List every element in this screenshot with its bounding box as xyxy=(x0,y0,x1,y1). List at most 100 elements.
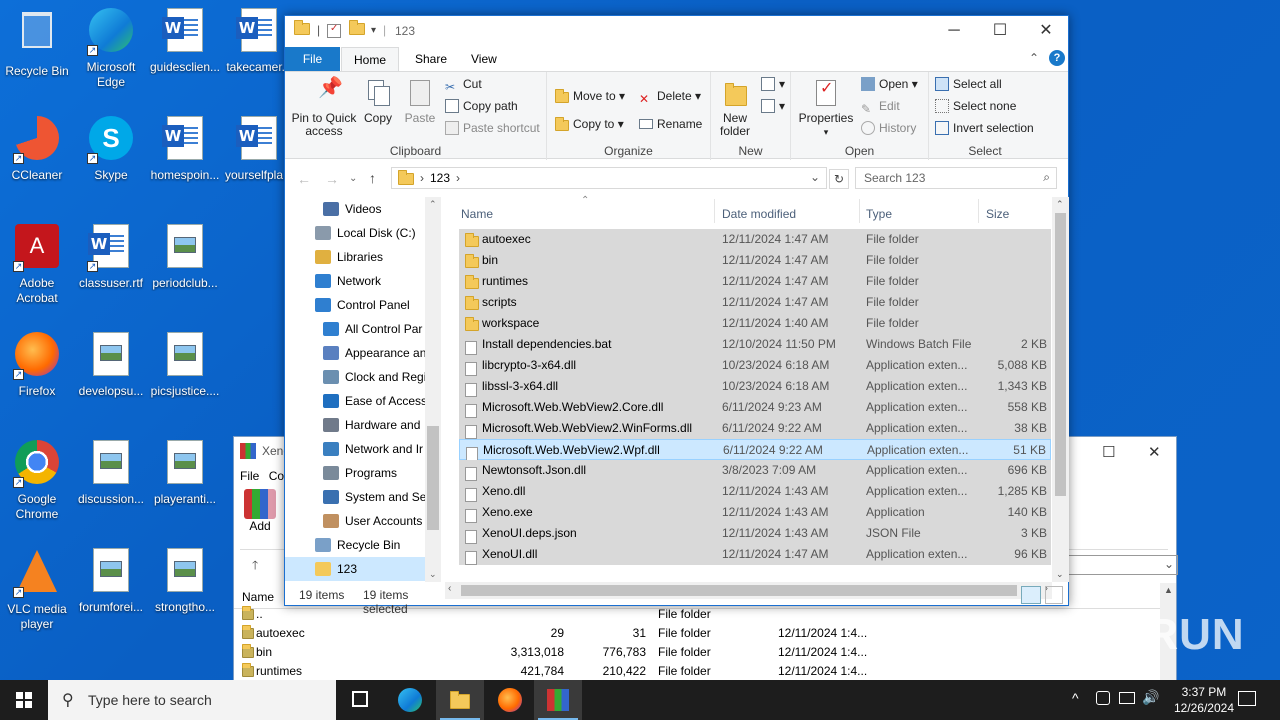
easy-access-button[interactable]: ▾ xyxy=(761,96,785,116)
file-row[interactable]: scripts 12/11/2024 1:47 AM File folder xyxy=(459,292,1051,313)
desktop-icon-strongtho[interactable]: strongtho... xyxy=(148,546,222,615)
desktop-icon-firefox[interactable]: ↗ Firefox xyxy=(0,330,74,399)
file-row[interactable]: workspace 12/11/2024 1:40 AM File folder xyxy=(459,313,1051,334)
horizontal-scroll-thumb[interactable] xyxy=(461,585,1017,596)
close-icon[interactable]: ✕ xyxy=(1148,443,1161,461)
winrar-path-dropdown[interactable]: ⌄ xyxy=(1068,555,1178,575)
taskbar-winrar[interactable] xyxy=(534,680,582,720)
tab-file[interactable]: File xyxy=(285,47,340,71)
file-row[interactable]: Newtonsoft.Json.dll 3/8/2023 7:09 AM Appli… xyxy=(459,460,1051,481)
meet-now-icon[interactable] xyxy=(1096,691,1110,705)
file-row[interactable]: libcrypto-3-x64.dll 10/23/2024 6:18 AM App… xyxy=(459,355,1051,376)
taskbar-file-explorer[interactable] xyxy=(436,680,484,720)
invert-selection-button[interactable]: Invert selection xyxy=(935,118,1034,138)
collapse-ribbon-icon[interactable]: ⌃ xyxy=(1029,51,1039,65)
nav-scroll-thumb[interactable] xyxy=(427,426,439,530)
new-item-button[interactable]: ▾ xyxy=(761,74,785,94)
nav-item-videos[interactable]: Videos xyxy=(285,197,425,221)
network-icon[interactable] xyxy=(1119,692,1135,704)
up-arrow-icon[interactable]: 🡑 xyxy=(252,556,258,577)
help-icon[interactable]: ? xyxy=(1049,50,1065,66)
desktop-icon-classuser-rtf[interactable]: W ↗ classuser.rtf xyxy=(74,222,148,291)
open-button[interactable]: Open ▾ xyxy=(861,74,918,94)
recent-locations-icon[interactable]: ⌄ xyxy=(349,173,357,184)
desktop-icon-vlc-media-player[interactable]: ↗ VLC media player xyxy=(0,546,74,632)
col-name[interactable]: Name xyxy=(242,590,274,604)
nav-item-control-panel[interactable]: Control Panel xyxy=(285,293,425,317)
close-icon[interactable]: ✕ xyxy=(1023,20,1069,42)
file-row[interactable]: Microsoft.Web.WebView2.Core.dll 6/11/2024… xyxy=(459,397,1051,418)
archive-row[interactable]: runtimes 421,784 210,422 File folder 12/11/2… xyxy=(234,662,1162,681)
delete-button[interactable]: ✕ Delete ▾ xyxy=(639,86,701,106)
desktop-icon-google-chrome[interactable]: ↗ Google Chrome xyxy=(0,438,74,522)
add-button[interactable]: Add xyxy=(240,489,280,533)
col-name[interactable]: Name xyxy=(461,207,493,221)
nav-item-hardware[interactable]: Hardware and xyxy=(285,413,425,437)
file-row[interactable]: Xeno.dll 12/11/2024 1:43 AM Application ex… xyxy=(459,481,1051,502)
file-row[interactable]: Microsoft.Web.WebView2.Wpf.dll 6/11/2024 … xyxy=(459,439,1051,461)
file-row[interactable]: autoexec 12/11/2024 1:47 AM File folder xyxy=(459,229,1051,250)
nav-item-appearance[interactable]: Appearance an xyxy=(285,341,425,365)
details-view-icon[interactable] xyxy=(1021,586,1041,604)
file-row[interactable]: Microsoft.Web.WebView2.WinForms.dll 6/11/… xyxy=(459,418,1051,439)
file-row[interactable]: runtimes 12/11/2024 1:47 AM File folder xyxy=(459,271,1051,292)
desktop-icon-playeranti[interactable]: playeranti... xyxy=(148,438,222,507)
copy-button[interactable]: Copy xyxy=(361,78,395,125)
nav-item-network[interactable]: Network xyxy=(285,269,425,293)
volume-icon[interactable]: 🔊 xyxy=(1142,689,1159,706)
archive-row[interactable]: bin 3,313,018 776,783 File folder 12/11/2024… xyxy=(234,643,1162,662)
tab-share[interactable]: Share xyxy=(403,47,459,71)
menu-commands[interactable]: Co xyxy=(269,469,284,483)
nav-item-recycle-bin[interactable]: Recycle Bin xyxy=(285,533,425,557)
file-row[interactable]: bin 12/11/2024 1:47 AM File folder xyxy=(459,250,1051,271)
maximize-icon[interactable]: ☐ xyxy=(977,20,1023,42)
desktop-icon-recycle-bin[interactable]: Recycle Bin xyxy=(0,6,74,79)
new-folder-button[interactable]: New folder xyxy=(715,78,755,138)
file-row[interactable]: XenoUI.deps.json 12/11/2024 1:43 AM JSON F… xyxy=(459,523,1051,544)
explorer-titlebar[interactable]: | ✓ ▾ | 123 ─ ☐ ✕ xyxy=(285,16,1068,47)
address-box[interactable]: › 123 › ⌄ xyxy=(391,167,827,189)
desktop-icon-periodclub[interactable]: periodclub... xyxy=(148,222,222,291)
archive-row[interactable]: autoexec 29 31 File folder 12/11/2024 1:4... xyxy=(234,624,1162,643)
desktop-icon-discussion[interactable]: discussion... xyxy=(74,438,148,507)
notifications-icon[interactable] xyxy=(1238,691,1256,706)
nav-item-local-disk[interactable]: Local Disk (C:) xyxy=(285,221,425,245)
properties-qat-icon[interactable]: ✓ xyxy=(327,23,341,38)
maximize-icon[interactable]: ☐ xyxy=(1102,443,1115,461)
new-folder-qat-icon[interactable] xyxy=(349,20,365,38)
desktop-icon-forumforei[interactable]: forumforei... xyxy=(74,546,148,615)
desktop-icon-ccleaner[interactable]: ↗ CCleaner xyxy=(0,114,74,183)
qat-dropdown-icon[interactable]: ▾ xyxy=(371,25,376,36)
nav-item-clock-region[interactable]: Clock and Regi xyxy=(285,365,425,389)
file-row[interactable]: Xeno.exe 12/11/2024 1:43 AM Application 140… xyxy=(459,502,1051,523)
minimize-icon[interactable]: ─ xyxy=(931,20,977,42)
file-list-scrollbar[interactable]: ⌃ ⌄ xyxy=(1052,197,1069,582)
copy-path-button[interactable]: Copy path xyxy=(445,96,518,116)
taskbar-search-box[interactable]: ⚲ Type here to search xyxy=(48,680,336,720)
file-row[interactable]: libssl-3-x64.dll 10/23/2024 6:18 AM Applic… xyxy=(459,376,1051,397)
col-size[interactable]: Size xyxy=(986,207,1009,221)
large-icons-view-icon[interactable] xyxy=(1045,586,1063,604)
nav-item-libraries[interactable]: Libraries xyxy=(285,245,425,269)
tab-home[interactable]: Home xyxy=(341,47,400,72)
menu-file[interactable]: File xyxy=(240,469,259,483)
paste-shortcut-button[interactable]: Paste shortcut xyxy=(445,118,540,138)
copy-to-button[interactable]: Copy to ▾ xyxy=(555,114,624,134)
desktop-icon-adobe-acrobat[interactable]: A ↗ Adobe Acrobat xyxy=(0,222,74,306)
nav-item-system-security[interactable]: System and Sec xyxy=(285,485,425,509)
task-view-button[interactable] xyxy=(336,680,384,720)
edit-button[interactable]: ✎ Edit xyxy=(861,96,900,116)
back-arrow-icon[interactable]: ← xyxy=(297,171,311,187)
select-all-button[interactable]: Select all xyxy=(935,74,1002,94)
desktop-icon-edge[interactable]: ↗ Microsoft Edge xyxy=(74,6,148,90)
file-row[interactable]: Install dependencies.bat 12/10/2024 11:50… xyxy=(459,334,1051,355)
taskbar-firefox[interactable] xyxy=(486,680,534,720)
address-path[interactable]: 123 xyxy=(430,171,450,185)
refresh-icon[interactable]: ↻ xyxy=(829,169,849,189)
tray-overflow-icon[interactable]: ^ xyxy=(1072,690,1079,706)
pin-quick-access-button[interactable]: 📌 Pin to Quick access xyxy=(289,78,359,138)
select-none-button[interactable]: Select none xyxy=(935,96,1016,116)
nav-item-all-control-panel[interactable]: All Control Par xyxy=(285,317,425,341)
horizontal-scrollbar[interactable]: ‹ › xyxy=(445,582,1052,599)
up-arrow-icon[interactable]: ↑ xyxy=(369,170,376,186)
